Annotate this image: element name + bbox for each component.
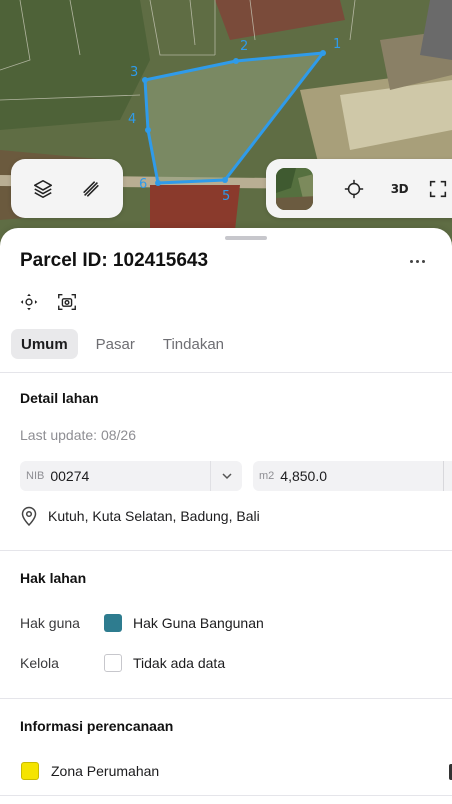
planning-section-title: Informasi perencanaan — [20, 718, 174, 734]
detail-section-title: Detail lahan — [20, 390, 99, 406]
crosshair-icon — [345, 179, 364, 198]
layers-icon — [33, 179, 53, 198]
hak-section-title: Hak lahan — [20, 570, 87, 586]
kelola-swatch — [104, 654, 122, 672]
tab-umum[interactable]: Umum — [11, 329, 78, 359]
zone-swatch — [21, 762, 39, 780]
area-field[interactable]: m2 4,850.0 — [253, 461, 452, 491]
last-update-text: Last update: 08/26 — [20, 427, 136, 443]
kelola-row: Kelola Tidak ada data — [20, 654, 225, 672]
parcel-tools — [17, 290, 79, 314]
nib-value: 00274 — [50, 468, 90, 484]
parcel-title: Parcel ID: 102415643 — [20, 250, 209, 271]
divider — [0, 372, 452, 373]
hak-guna-swatch — [104, 614, 122, 632]
satellite-thumbnail[interactable] — [276, 167, 313, 210]
kelola-label: Kelola — [20, 655, 59, 671]
3d-toggle-button[interactable]: 3D — [382, 169, 417, 209]
zone-row: Zona Perumahan — [21, 762, 159, 780]
title-row: Parcel ID: 102415643 — [20, 248, 432, 274]
zoom-to-fit-icon — [20, 293, 38, 311]
layers-button[interactable] — [23, 169, 63, 209]
hak-guna-row: Hak guna Hak Guna Bangunan — [20, 614, 264, 632]
camera-frame-icon — [58, 293, 76, 311]
location-text: Kutuh, Kuta Selatan, Badung, Bali — [48, 508, 260, 524]
nib-field[interactable]: NIB 00274 — [20, 461, 242, 491]
hak-guna-value: Hak Guna Bangunan — [133, 615, 264, 631]
divider — [0, 795, 452, 796]
vertex-label-2: 2 — [240, 39, 248, 54]
area-unit: m2 — [259, 470, 275, 482]
area-value: 4,850.0 — [280, 468, 327, 484]
field-separator — [443, 461, 444, 491]
divider — [0, 550, 452, 551]
more-options-button[interactable] — [402, 248, 432, 274]
expand-button[interactable] — [421, 169, 452, 209]
vertex-label-5: 5 — [222, 189, 230, 204]
measure-icon — [83, 180, 99, 197]
map-view-panel: 3D — [266, 159, 452, 218]
tab-pasar[interactable]: Pasar — [86, 329, 145, 359]
chevron-down-icon — [221, 473, 232, 480]
map-preview-image — [276, 167, 313, 210]
zone-label: Zona Perumahan — [51, 763, 160, 779]
measure-button[interactable] — [71, 169, 111, 209]
expand-icon — [430, 180, 447, 197]
more-dot-icon — [409, 259, 413, 263]
map-view[interactable]: 1 2 3 4 5 6 3D — [0, 0, 452, 250]
vertex-label-3: 3 — [130, 65, 138, 80]
sheet-drag-handle[interactable] — [225, 236, 267, 240]
map-tools-panel — [11, 159, 123, 218]
divider — [0, 698, 452, 699]
kelola-value: Tidak ada data — [133, 655, 226, 671]
parcel-detail-sheet: Parcel ID: 102415643 Umum Pasar Tindakan — [0, 228, 452, 804]
location-pin-icon — [21, 506, 37, 526]
hak-guna-label: Hak guna — [20, 615, 80, 631]
3d-label: 3D — [390, 181, 409, 196]
zoom-to-parcel-button[interactable] — [17, 290, 41, 314]
vertex-label-6: 6 — [139, 177, 147, 192]
vertex-label-1: 1 — [333, 37, 341, 52]
screenshot-button[interactable] — [55, 290, 79, 314]
more-dot-icon — [421, 259, 425, 263]
tab-bar: Umum Pasar Tindakan — [11, 329, 234, 359]
more-dot-icon — [415, 259, 419, 263]
nib-prefix: NIB — [26, 470, 45, 482]
nib-dropdown-button[interactable] — [210, 461, 242, 491]
tab-tindakan[interactable]: Tindakan — [153, 329, 234, 359]
locate-button[interactable] — [337, 169, 372, 209]
vertex-label-4: 4 — [128, 112, 136, 127]
location-row: Kutuh, Kuta Selatan, Badung, Bali — [20, 506, 260, 526]
